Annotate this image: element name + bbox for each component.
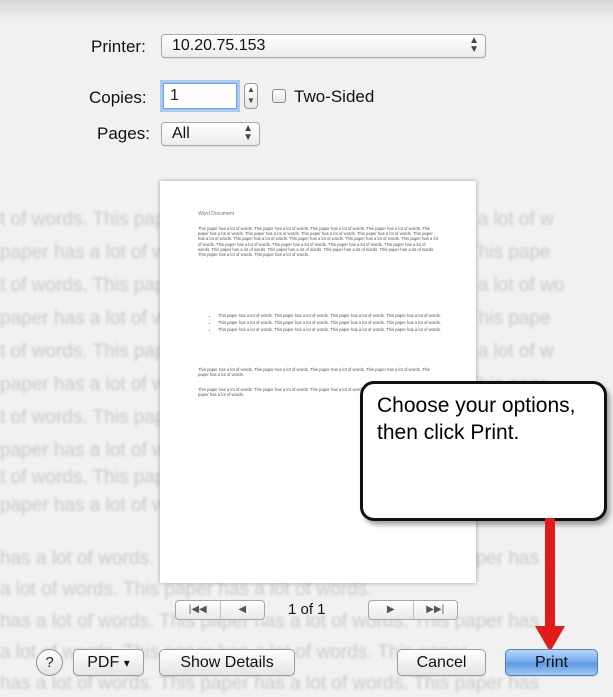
pager-forward-group[interactable]: ▶ ▶▶|: [368, 600, 458, 620]
cancel-button[interactable]: Cancel: [397, 649, 486, 676]
preview-bullet: This paper has a lot of words. This pape…: [218, 320, 448, 325]
two-sided-label[interactable]: Two-Sided: [294, 87, 374, 107]
printer-popup[interactable]: 10.20.75.153 ▲ ▼: [161, 34, 486, 58]
pager-back-group[interactable]: |◀◀ ◀: [175, 600, 265, 620]
pages-value: All: [172, 125, 190, 142]
page-indicator: 1 of 1: [288, 601, 326, 618]
stepper-up-icon[interactable]: ▲: [245, 84, 257, 95]
pdf-label: PDF: [87, 654, 120, 671]
copies-label: Copies:: [89, 88, 147, 107]
first-page-icon[interactable]: |◀◀: [176, 601, 220, 619]
chevron-down-icon: ▾: [123, 656, 130, 670]
last-page-icon[interactable]: ▶▶|: [412, 601, 458, 619]
printer-label: Printer:: [91, 37, 146, 56]
bg-line: has a lot of words. This paper has a lot…: [0, 673, 539, 694]
print-button[interactable]: Print: [505, 649, 598, 676]
dialog-top-edge: [0, 0, 613, 22]
show-details-button[interactable]: Show Details: [159, 649, 295, 676]
updown-chevron-icon: ▲ ▼: [469, 35, 479, 55]
stepper-down-icon[interactable]: ▼: [245, 95, 257, 106]
pages-popup[interactable]: All ▲ ▼: [161, 122, 260, 146]
two-sided-checkbox[interactable]: [272, 89, 286, 103]
printer-value: 10.20.75.153: [172, 37, 266, 54]
instruction-callout: Choose your options, then click Print.: [360, 381, 607, 521]
preview-bullet: This paper has a lot of words. This pape…: [218, 327, 448, 332]
next-page-icon[interactable]: ▶: [369, 601, 413, 619]
preview-bullet: This paper has a lot of words. This pape…: [218, 313, 448, 318]
pages-label: Pages:: [97, 124, 150, 143]
bg-line: has a lot of words. This paper has a lot…: [0, 611, 555, 632]
pdf-button[interactable]: PDF ▾: [73, 649, 144, 676]
previous-page-icon[interactable]: ◀: [219, 601, 265, 619]
copies-stepper[interactable]: ▲ ▼: [244, 83, 258, 109]
red-arrow-shaft: [545, 518, 555, 633]
preview-bullet-list: This paper has a lot of words. This pape…: [204, 313, 448, 335]
question-mark-icon[interactable]: ?: [36, 649, 63, 676]
copies-input[interactable]: 1: [163, 83, 237, 109]
preview-doc-title: Word Document: [198, 211, 235, 217]
preview-paragraph: This paper has a lot of words. This pape…: [198, 367, 430, 378]
preview-paragraph: This paper has a lot of words. This pape…: [198, 226, 438, 258]
updown-chevron-icon: ▲ ▼: [243, 123, 253, 143]
